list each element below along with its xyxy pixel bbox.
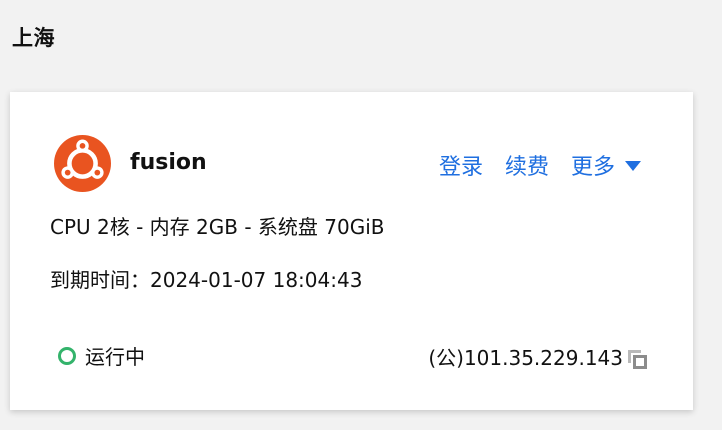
- instance-card: fusion 登录 续费 更多 CPU 2核 - 内存 2GB - 系统盘 70…: [10, 92, 693, 410]
- expire-label: 到期时间：: [50, 268, 150, 292]
- status: 运行中: [58, 341, 145, 370]
- region-title: 上海: [12, 26, 55, 50]
- more-dropdown[interactable]: 更多: [571, 149, 641, 181]
- caret-down-icon: [625, 161, 641, 171]
- instance-name: fusion: [130, 150, 207, 175]
- more-label: 更多: [570, 155, 615, 180]
- status-dot-icon: [58, 346, 76, 365]
- instance-actions: 登录 续费 更多: [439, 149, 641, 181]
- ubuntu-logo-icon: [54, 135, 111, 192]
- expire-value: 2024-01-07 18:04:43: [150, 268, 363, 292]
- login-button[interactable]: 登录: [439, 149, 483, 181]
- status-text: 运行中: [85, 345, 145, 369]
- public-ip: (公)101.35.229.143: [428, 342, 649, 371]
- expire-time: 到期时间：2024-01-07 18:04:43: [50, 264, 362, 293]
- ip-text: (公)101.35.229.143: [428, 346, 623, 370]
- renew-button[interactable]: 续费: [505, 149, 549, 181]
- instance-spec: CPU 2核 - 内存 2GB - 系统盘 70GiB: [50, 215, 385, 239]
- copy-icon[interactable]: [627, 349, 649, 371]
